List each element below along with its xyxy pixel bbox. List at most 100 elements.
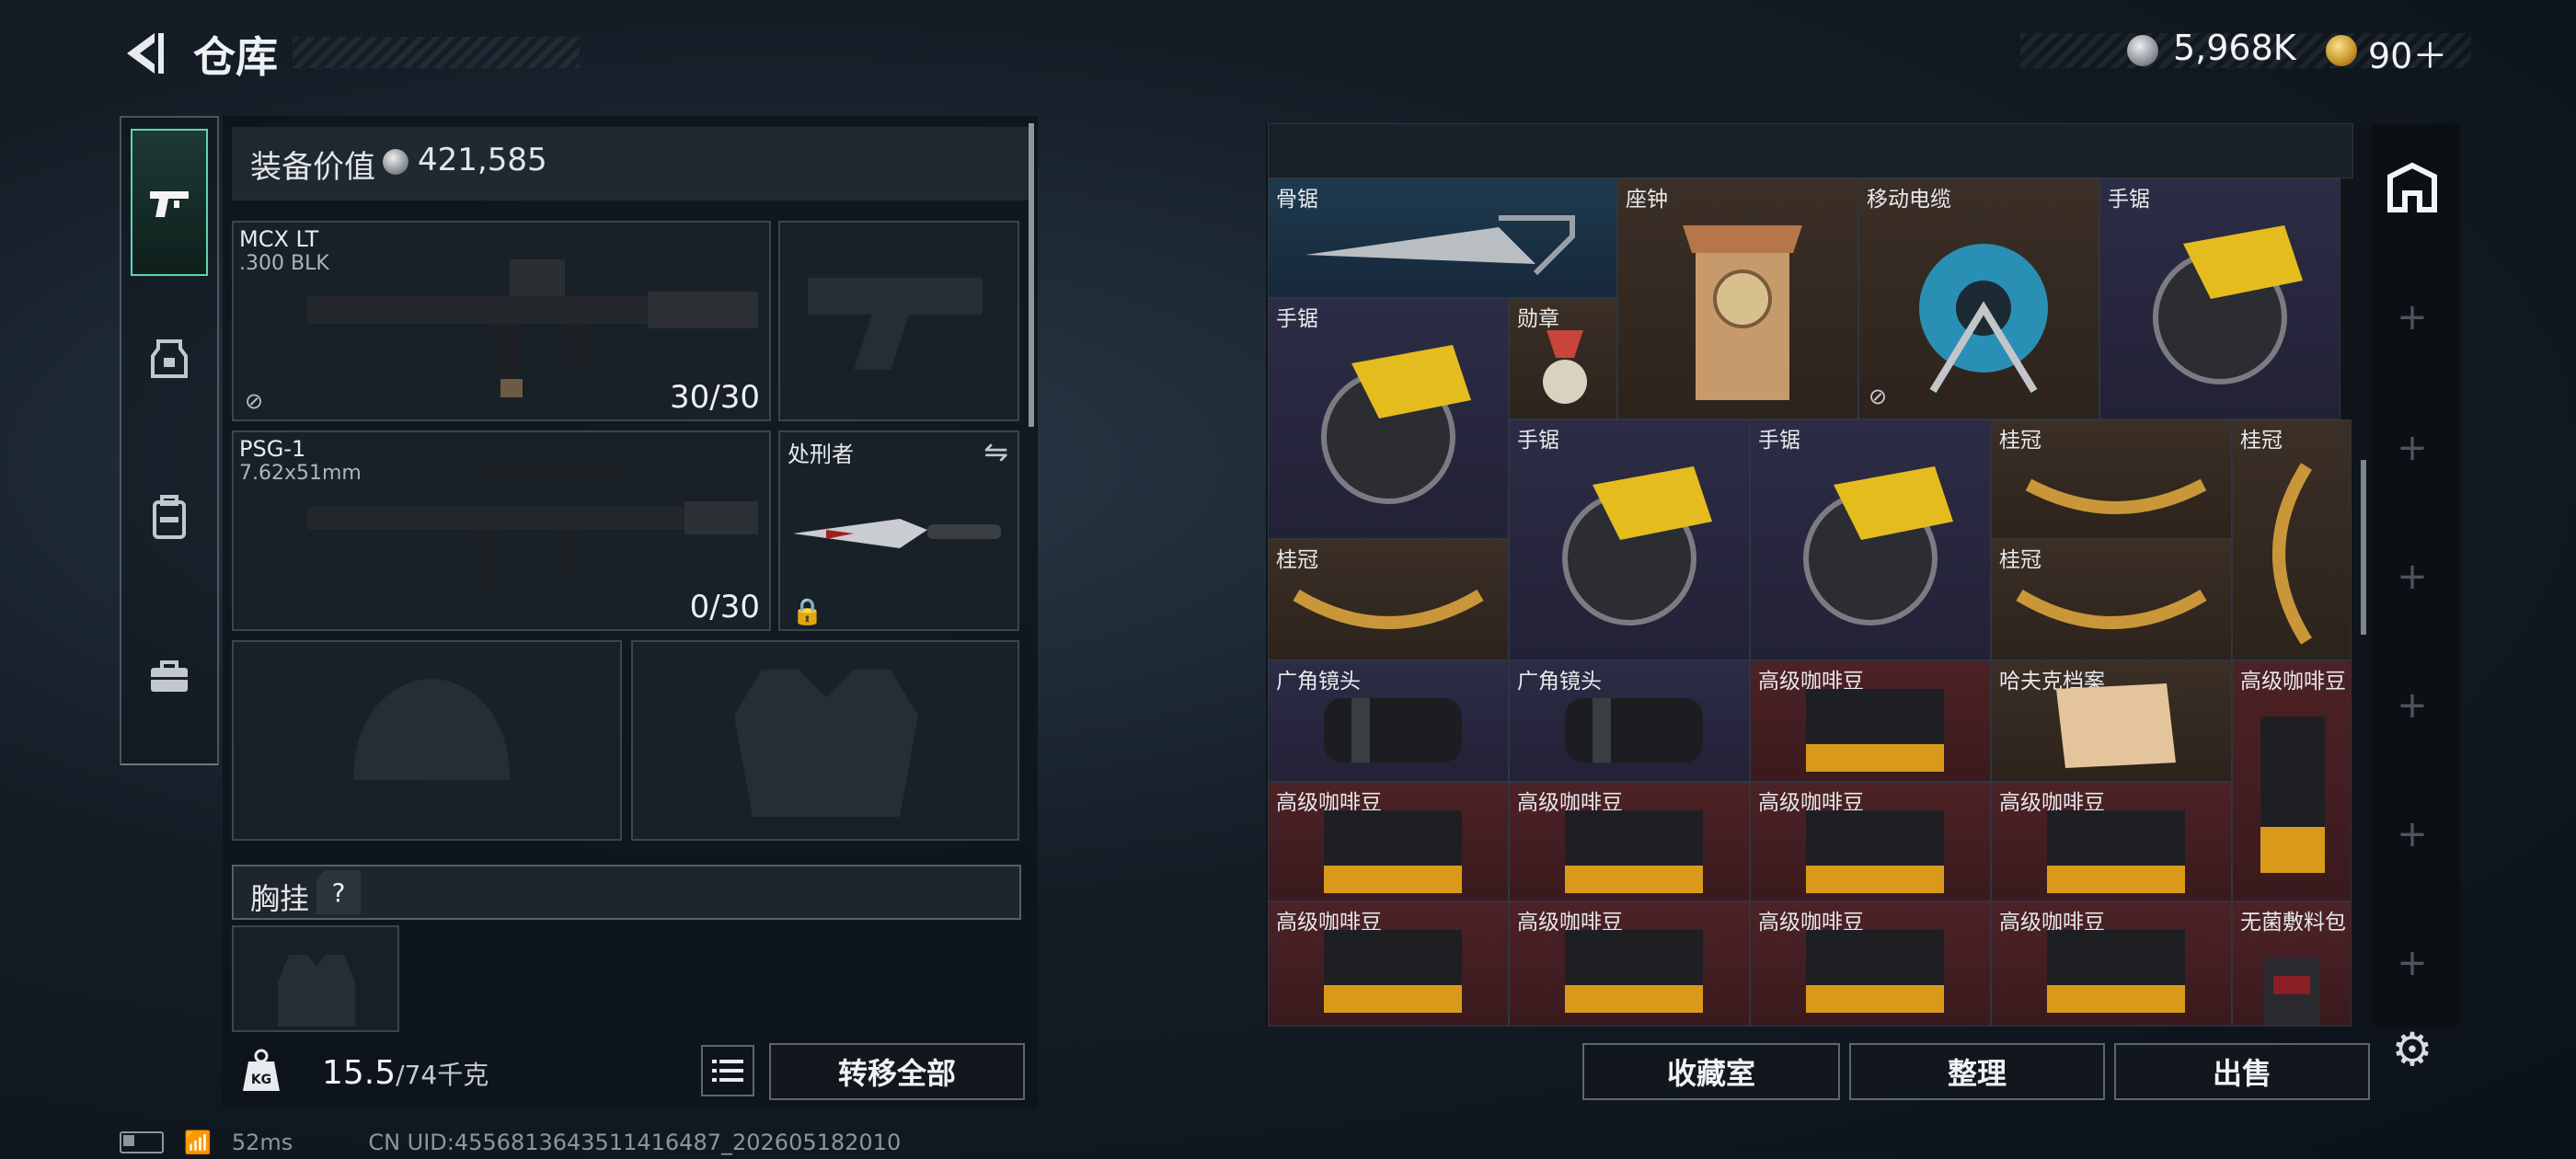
- toolbox-icon: [151, 660, 188, 692]
- bone-saw-icon: [1305, 215, 1575, 276]
- storage-item-laurel[interactable]: 桂冠: [2232, 419, 2352, 660]
- storage-item-coffee-beans[interactable]: 高级咖啡豆: [1750, 782, 1991, 901]
- storage-item-coffee-beans[interactable]: 高级咖啡豆: [2232, 660, 2352, 901]
- storage-item-coffee-beans[interactable]: 高级咖啡豆: [1750, 660, 1991, 782]
- weapon-name: MCX LT: [239, 226, 319, 252]
- tab-weapons[interactable]: [131, 129, 208, 276]
- helmet-placeholder-icon: [353, 679, 510, 780]
- transfer-all-button[interactable]: 转移全部: [769, 1043, 1025, 1100]
- storage-row-partial: [1268, 123, 2353, 178]
- back-arrow-icon: [127, 33, 164, 74]
- vault-button[interactable]: 收藏室: [1582, 1043, 1840, 1100]
- wifi-icon: 📶: [184, 1130, 212, 1155]
- add-storage-page-icon[interactable]: +: [2392, 427, 2432, 469]
- storage-item-laurel[interactable]: 桂冠: [1268, 539, 1509, 660]
- storage-item-bone-saw[interactable]: 骨锯: [1268, 178, 1617, 298]
- equipment-value-label: 装备价值: [250, 149, 375, 186]
- add-storage-page-icon[interactable]: +: [2392, 556, 2432, 598]
- ping: 52ms: [231, 1130, 293, 1155]
- coffee-bag-icon: [1806, 810, 1944, 893]
- back-button[interactable]: [118, 28, 169, 79]
- storage-item-coffee-beans[interactable]: 高级咖啡豆: [1509, 901, 1750, 1027]
- chest-rig-slot[interactable]: [232, 925, 399, 1032]
- swap-icon[interactable]: ⇋: [983, 434, 1008, 469]
- add-storage-page-icon[interactable]: +: [2392, 296, 2432, 339]
- armor-slot[interactable]: [631, 640, 1019, 841]
- knife-icon: [793, 519, 1001, 548]
- lock-icon: 🔒: [791, 596, 823, 626]
- weight-max: /74千克: [396, 1060, 489, 1090]
- storage-item-wide-angle-lens[interactable]: 广角镜头: [1509, 660, 1750, 782]
- list-icon: [712, 1060, 743, 1082]
- backpack-icon: [153, 495, 186, 539]
- coffee-bag-icon: [1806, 930, 1944, 1013]
- tab-toolbox[interactable]: [131, 631, 208, 723]
- storage-item-circular-saw[interactable]: 手锯: [1509, 419, 1750, 660]
- storage-item-sterile-dressing[interactable]: 无菌敷料包: [2232, 901, 2352, 1027]
- add-storage-page-icon[interactable]: +: [2392, 813, 2432, 855]
- storage-item-cable-reel[interactable]: 移动电缆 ⊘: [1858, 178, 2099, 419]
- storage-item-coffee-beans[interactable]: 高级咖啡豆: [1268, 901, 1509, 1027]
- laurel-icon: [2025, 478, 2207, 514]
- clock-icon: [1683, 225, 1802, 400]
- dressing-pack-icon: [2264, 958, 2319, 1026]
- sort-button[interactable]: 整理: [1849, 1043, 2105, 1100]
- pistol-placeholder-icon: [808, 278, 983, 370]
- storage-item-coffee-beans[interactable]: 高级咖啡豆: [1268, 782, 1509, 901]
- help-button[interactable]: ?: [316, 870, 361, 914]
- storage-item-clock[interactable]: 座钟: [1617, 178, 1858, 419]
- add-storage-page-icon[interactable]: +: [2392, 684, 2432, 727]
- settings-gear-icon[interactable]: ⚙: [2386, 1023, 2438, 1076]
- laurel-icon: [1293, 589, 1484, 629]
- storage-item-circular-saw[interactable]: 手锯: [1750, 419, 1991, 660]
- coffee-bag-icon: [1806, 689, 1944, 772]
- tab-backpack[interactable]: [131, 471, 208, 563]
- storage-item-coffee-beans[interactable]: 高级咖啡豆: [1750, 901, 1991, 1027]
- storage-item-laurel[interactable]: 桂冠: [1991, 539, 2232, 660]
- status-bar: 📶 52ms CN UID:4556813643511416487_202605…: [120, 1130, 901, 1155]
- storage-item-laurel[interactable]: 桂冠: [1991, 419, 2232, 539]
- storage-item-coffee-beans[interactable]: 高级咖啡豆: [1991, 782, 2232, 901]
- sell-button[interactable]: 出售: [2114, 1043, 2370, 1100]
- storage-item-circular-saw[interactable]: 手锯: [2099, 178, 2340, 419]
- coffee-bag-icon: [1324, 930, 1462, 1013]
- storage-item-coffee-beans[interactable]: 高级咖啡豆: [1991, 901, 2232, 1027]
- tab-armor[interactable]: [131, 313, 208, 405]
- list-view-button[interactable]: [701, 1045, 754, 1096]
- helmet-slot[interactable]: [232, 640, 622, 841]
- secondary-weapon-slot[interactable]: PSG-1 7.62x51mm 0/30: [232, 430, 771, 631]
- gold-coin-icon: [2326, 35, 2357, 66]
- silver-coin-icon: [2127, 35, 2158, 66]
- medal-icon: [1543, 330, 1587, 404]
- storage-page-main-icon[interactable]: [2386, 162, 2438, 213]
- lens-icon: [1565, 698, 1703, 763]
- coffee-bag-icon: [1565, 810, 1703, 893]
- weapon-caliber: 7.62x51mm: [239, 462, 362, 485]
- melee-slot[interactable]: 处刑者 ⇋ 🔒: [778, 430, 1019, 631]
- melee-name: 处刑者: [788, 442, 854, 467]
- silver-coin-icon: [383, 149, 408, 175]
- primary-currency: 5,968K: [2173, 28, 2296, 68]
- vest-placeholder-icon: [734, 670, 918, 817]
- storage-item-circular-saw[interactable]: 手锯: [1268, 298, 1509, 539]
- secondary-currency[interactable]: 90＋: [2368, 28, 2447, 78]
- primary-weapon-slot[interactable]: MCX LT .300 BLK ⊘ 30/30: [232, 221, 771, 421]
- coffee-bag-icon: [2047, 810, 2185, 893]
- storage-item-coffee-beans[interactable]: 高级咖啡豆: [1509, 782, 1750, 901]
- storage-item-medal[interactable]: 勋章: [1509, 298, 1617, 419]
- equipment-value: 421,585: [418, 142, 547, 178]
- sidearm-slot[interactable]: [778, 221, 1019, 421]
- storage-scrollbar[interactable]: [2361, 460, 2366, 635]
- user-uid: CN UID:4556813643511416487_202605182010: [368, 1130, 902, 1155]
- file-icon: [2056, 683, 2176, 768]
- weapon-ammo: 0/30: [689, 589, 760, 625]
- weapon-name: PSG-1: [239, 436, 306, 462]
- add-storage-page-icon[interactable]: +: [2392, 942, 2432, 984]
- chest-rig-placeholder-icon: [278, 955, 355, 1027]
- storage-item-haavk-file[interactable]: 哈夫克档案: [1991, 660, 2232, 782]
- storage-item-wide-angle-lens[interactable]: 广角镜头: [1268, 660, 1509, 782]
- coffee-bag-icon: [1324, 810, 1462, 893]
- weapon-ammo: 30/30: [670, 379, 760, 416]
- storage-grid: 骨锯 座钟 移动电缆 ⊘ 手锯 手锯 勋章 手锯 手锯 桂冠 桂冠 桂冠 桂冠 …: [1266, 123, 2458, 1027]
- equipment-scrollbar[interactable]: [1029, 123, 1034, 427]
